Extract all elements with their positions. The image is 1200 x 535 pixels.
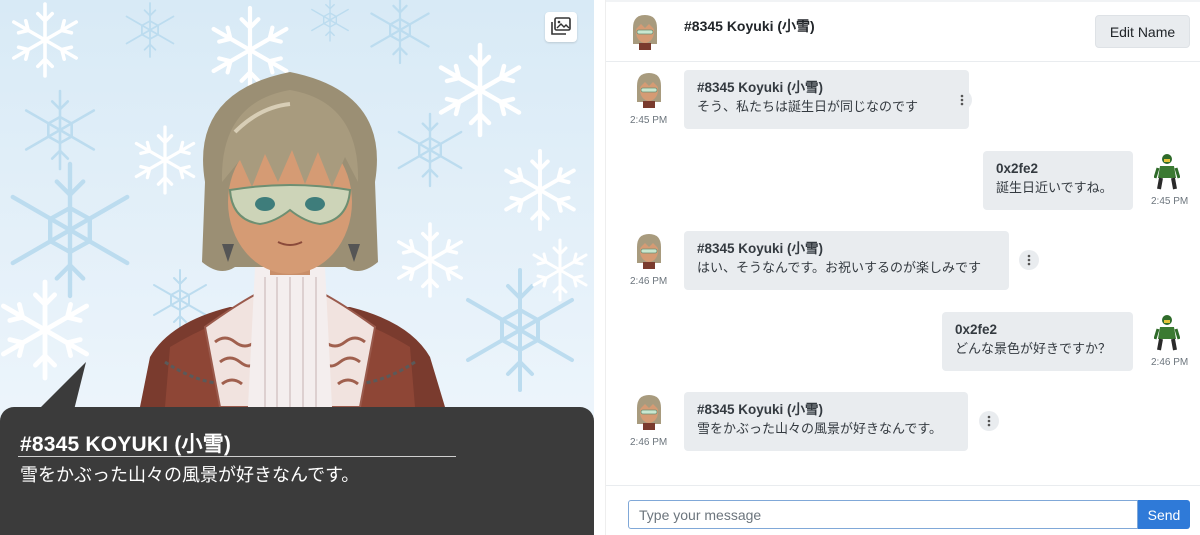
edit-name-button[interactable]: Edit Name bbox=[1095, 15, 1190, 48]
message-sender: #8345 Koyuki (小雪) bbox=[697, 402, 824, 417]
chat-title: #8345 Koyuki (小雪) bbox=[684, 18, 815, 34]
avatar bbox=[1153, 313, 1181, 355]
message-text: どんな景色が好きですか？ bbox=[955, 342, 1112, 357]
avatar bbox=[633, 394, 665, 434]
speech-divider bbox=[18, 456, 456, 457]
koyuki-avatar-icon bbox=[637, 234, 661, 269]
message-text: 誕生日近いですね。 bbox=[996, 181, 1113, 196]
speech-text: 雪をかぶった山々の風景が好きなんです。 bbox=[20, 465, 360, 486]
message-time: 2:46 PM bbox=[630, 437, 668, 448]
message-sender: #8345 Koyuki (小雪) bbox=[697, 80, 824, 95]
avatar bbox=[629, 14, 661, 54]
send-button[interactable]: Send bbox=[1138, 500, 1190, 529]
message-time: 2:45 PM bbox=[630, 115, 668, 126]
image-icon bbox=[551, 17, 571, 35]
speech-tail bbox=[38, 362, 86, 410]
message-text: はい、そうなんです。お祝いするのが楽しみです bbox=[697, 261, 982, 276]
change-background-button[interactable] bbox=[545, 12, 577, 42]
chat-header: #8345 Koyuki (小雪) Edit Name bbox=[606, 2, 1200, 62]
message-sender: 0x2fe2 bbox=[955, 322, 998, 337]
message-sender: 0x2fe2 bbox=[996, 161, 1039, 176]
message-options-button[interactable] bbox=[952, 90, 972, 110]
message-options-button[interactable] bbox=[1019, 250, 1039, 270]
koyuki-avatar-icon bbox=[637, 395, 661, 430]
message-sender: #8345 Koyuki (小雪) bbox=[697, 241, 824, 256]
avatar bbox=[633, 72, 665, 112]
message-composer: Send bbox=[606, 485, 1200, 535]
koyuki-avatar-icon bbox=[633, 15, 657, 50]
more-vertical-icon bbox=[960, 94, 964, 106]
character-illustration bbox=[140, 72, 445, 408]
message-bubble: #8345 Koyuki (小雪) 雪をかぶった山々の風景が好きなんです。 bbox=[684, 392, 968, 451]
message-time: 2:46 PM bbox=[1151, 357, 1189, 368]
message-text: そう、私たちは誕生日が同じなのです bbox=[697, 100, 919, 115]
message-bubble: 0x2fe2 誕生日近いですね。 bbox=[983, 151, 1133, 210]
more-vertical-icon bbox=[987, 415, 991, 427]
character-panel: #8345 KOYUKI (小雪) 雪をかぶった山々の風景が好きなんです。 bbox=[0, 0, 594, 535]
koyuki-avatar-icon bbox=[637, 73, 661, 108]
message-text: 雪をかぶった山々の風景が好きなんです。 bbox=[697, 422, 943, 437]
message-input[interactable] bbox=[628, 500, 1138, 529]
avatar bbox=[1153, 152, 1181, 194]
message-time: 2:45 PM bbox=[1151, 196, 1189, 207]
user-avatar-icon bbox=[1153, 154, 1181, 190]
speaker-name: #8345 KOYUKI (小雪) bbox=[20, 433, 232, 456]
message-bubble: 0x2fe2 どんな景色が好きですか？ bbox=[942, 312, 1133, 371]
message-options-button[interactable] bbox=[979, 411, 999, 431]
user-avatar-icon bbox=[1153, 315, 1181, 351]
avatar bbox=[633, 233, 665, 273]
message-time: 2:46 PM bbox=[630, 276, 668, 287]
message-bubble: #8345 Koyuki (小雪) はい、そうなんです。お祝いするのが楽しみです bbox=[684, 231, 1009, 290]
message-bubble: #8345 Koyuki (小雪) そう、私たちは誕生日が同じなのです bbox=[684, 70, 969, 129]
chat-panel: #8345 Koyuki (小雪) Edit Name 2:45 PM #834… bbox=[605, 0, 1200, 535]
more-vertical-icon bbox=[1027, 254, 1031, 266]
